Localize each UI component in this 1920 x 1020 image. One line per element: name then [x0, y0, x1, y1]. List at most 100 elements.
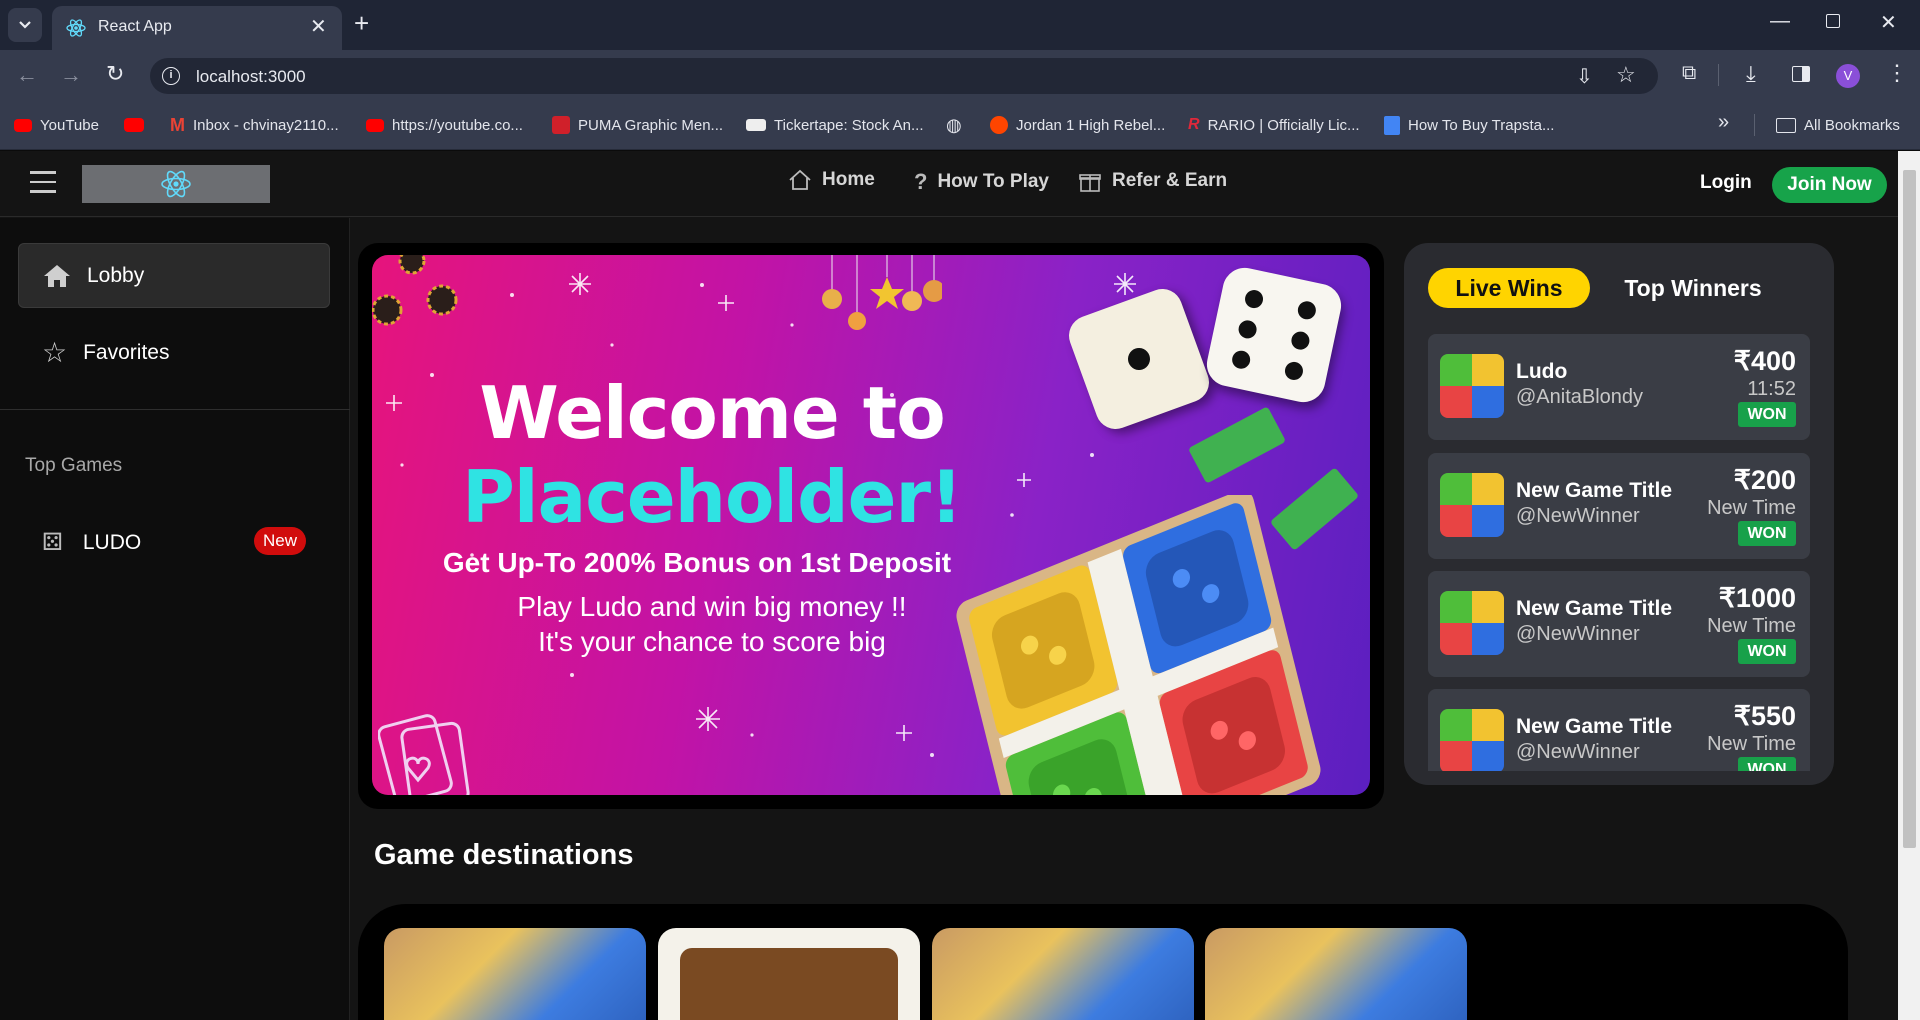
bookmark-label: How To Buy Trapsta... [1408, 116, 1555, 134]
back-arrow-icon[interactable]: ← [16, 62, 38, 88]
youtube-icon [14, 118, 32, 132]
bookmark-star-icon[interactable]: ☆ [1616, 62, 1636, 88]
sidebar-item-lobby[interactable]: Lobby [18, 243, 330, 308]
site-logo[interactable] [82, 165, 270, 203]
bookmarks-divider [1754, 114, 1755, 136]
site-info-icon[interactable]: i [162, 67, 180, 85]
react-logo-icon [161, 170, 191, 198]
nav-refer-earn[interactable]: Refer & Earn [1078, 169, 1227, 193]
globe-icon: ◍ [946, 114, 962, 135]
toolbar-divider [1718, 64, 1719, 86]
game-thumbnail [1440, 473, 1504, 537]
minimize-window-button[interactable]: — [1770, 10, 1790, 33]
site-header: Home ? How To Play Refer & Earn Login Jo… [0, 151, 1898, 217]
react-favicon-icon [66, 19, 86, 37]
casino-chips-decoration [372, 255, 458, 326]
all-bookmarks-label: All Bookmarks [1804, 116, 1900, 134]
join-now-button[interactable]: Join Now [1772, 167, 1887, 203]
nav-home[interactable]: Home [788, 169, 875, 191]
tab-list-dropdown-button[interactable] [8, 8, 42, 42]
bookmark-youtube[interactable]: YouTube [14, 112, 99, 138]
game-card-ludo[interactable] [384, 928, 646, 1020]
more-bookmarks-chevron-icon[interactable]: » [1718, 111, 1729, 134]
sidebar-item-favorites[interactable]: ☆ Favorites [18, 320, 330, 385]
tab-close-icon[interactable]: ✕ [310, 14, 327, 39]
win-card[interactable]: New Game Title @NewWinner ₹550 New Time … [1428, 689, 1810, 771]
win-time: New Time [1707, 497, 1796, 519]
dice-six-illustration [1202, 263, 1346, 407]
address-bar[interactable]: i localhost:3000 ⇩ ☆ [150, 58, 1658, 94]
tab-top-winners[interactable]: Top Winners [1618, 268, 1768, 308]
bookmark-youtube-2[interactable] [124, 112, 144, 138]
bookmark-puma[interactable]: PUMA Graphic Men... [552, 112, 723, 138]
scrollbar-thumb[interactable] [1903, 170, 1916, 848]
game-card-ludo-3[interactable] [1205, 928, 1467, 1020]
tab-react-app[interactable]: React App ✕ [52, 6, 342, 50]
bookmark-reddit[interactable]: Jordan 1 High Rebel... [990, 112, 1165, 138]
question-icon: ? [914, 169, 928, 194]
tab-live-wins[interactable]: Live Wins [1428, 268, 1590, 308]
game-card-ludo-2[interactable] [932, 928, 1194, 1020]
bookmark-label: YouTube [40, 116, 99, 134]
banner-subtext-2: It's your chance to score big [538, 626, 886, 657]
game-thumbnail [1440, 709, 1504, 771]
win-amount: ₹400 [1733, 346, 1796, 376]
downloads-icon[interactable]: ⤓ [1746, 61, 1756, 87]
win-card[interactable]: New Game Title @NewWinner ₹1000 New Time… [1428, 571, 1810, 677]
ludo-board-illustration [956, 495, 1321, 795]
top-games-heading: Top Games [25, 455, 123, 476]
home-filled-icon [44, 264, 70, 287]
new-badge: New [254, 527, 306, 555]
forward-arrow-icon[interactable]: → [60, 62, 82, 88]
extensions-puzzle-icon[interactable]: ⧉ [1682, 62, 1696, 85]
star-outline-icon: ☆ [42, 337, 68, 368]
browser-tab-strip: React App ✕ + — ✕ [0, 0, 1920, 50]
snake-game-art [680, 948, 898, 1020]
banner-title-line2: Placeholder! [462, 455, 963, 539]
win-amount: ₹1000 [1718, 583, 1796, 613]
bookmark-label: Jordan 1 High Rebel... [1016, 116, 1166, 134]
bookmark-docs[interactable]: How To Buy Trapsta... [1384, 112, 1554, 138]
win-card[interactable]: Ludo @AnitaBlondy ₹400 11:52 WON [1428, 334, 1810, 440]
side-panel-icon[interactable] [1792, 66, 1810, 82]
bookmark-label: Tickertape: Stock An... [774, 116, 924, 134]
all-bookmarks-button[interactable]: All Bookmarks [1776, 112, 1900, 138]
ornaments-decoration [822, 255, 942, 330]
reddit-icon [990, 116, 1008, 134]
chevron-down-icon [19, 21, 31, 29]
restore-window-button[interactable] [1826, 14, 1840, 28]
bookmark-tickertape[interactable]: Tickertape: Stock An... [746, 112, 924, 138]
nav-how-to-play[interactable]: ? How To Play [914, 169, 1049, 195]
win-username: @NewWinner [1516, 623, 1640, 645]
win-username: @NewWinner [1516, 505, 1640, 527]
browser-menu-icon[interactable]: ⋮ [1886, 60, 1908, 86]
tickertape-icon [746, 119, 766, 131]
game-card-snake[interactable] [658, 928, 920, 1020]
win-card[interactable]: New Game Title @NewWinner ₹200 New Time … [1428, 453, 1810, 559]
won-badge: WON [1738, 402, 1796, 427]
win-time: New Time [1707, 733, 1796, 755]
win-amount: ₹200 [1733, 465, 1796, 495]
hamburger-menu-icon[interactable] [30, 171, 56, 193]
sidebar: Lobby ☆ Favorites Top Games ⚄ LUDO New [0, 218, 350, 1020]
win-time: New Time [1707, 615, 1796, 637]
new-tab-button[interactable]: + [354, 8, 369, 38]
profile-avatar[interactable]: V [1836, 64, 1860, 88]
promo-banner[interactable]: Welcome to Placeholder! Get Up-To 200% B… [372, 255, 1370, 795]
bookmark-gmail[interactable]: M Inbox - chvinay2110... [170, 112, 339, 138]
bookmark-youtube-link[interactable]: https://youtube.co... [366, 112, 523, 138]
install-app-icon[interactable]: ⇩ [1576, 64, 1593, 89]
win-username: @NewWinner [1516, 741, 1640, 763]
bookmark-label: RARIO | Officially Lic... [1207, 116, 1360, 134]
won-badge: WON [1738, 757, 1796, 771]
close-window-button[interactable]: ✕ [1880, 10, 1897, 35]
login-button[interactable]: Login [1700, 172, 1752, 194]
reload-icon[interactable]: ↻ [106, 61, 124, 87]
win-card-clip: New Game Title @NewWinner ₹550 New Time … [1428, 689, 1810, 771]
bookmark-globe[interactable]: ◍ [946, 112, 962, 138]
banner-bonus-text: Get Up-To 200% Bonus on 1st Deposit [442, 547, 952, 578]
bookmarks-bar: YouTube M Inbox - chvinay2110... https:/… [0, 100, 1920, 150]
nav-how-to-play-label: How To Play [937, 171, 1050, 192]
bookmark-rario[interactable]: R RARIO | Officially Lic... [1188, 112, 1360, 138]
sidebar-ludo-label: LUDO [82, 530, 142, 554]
